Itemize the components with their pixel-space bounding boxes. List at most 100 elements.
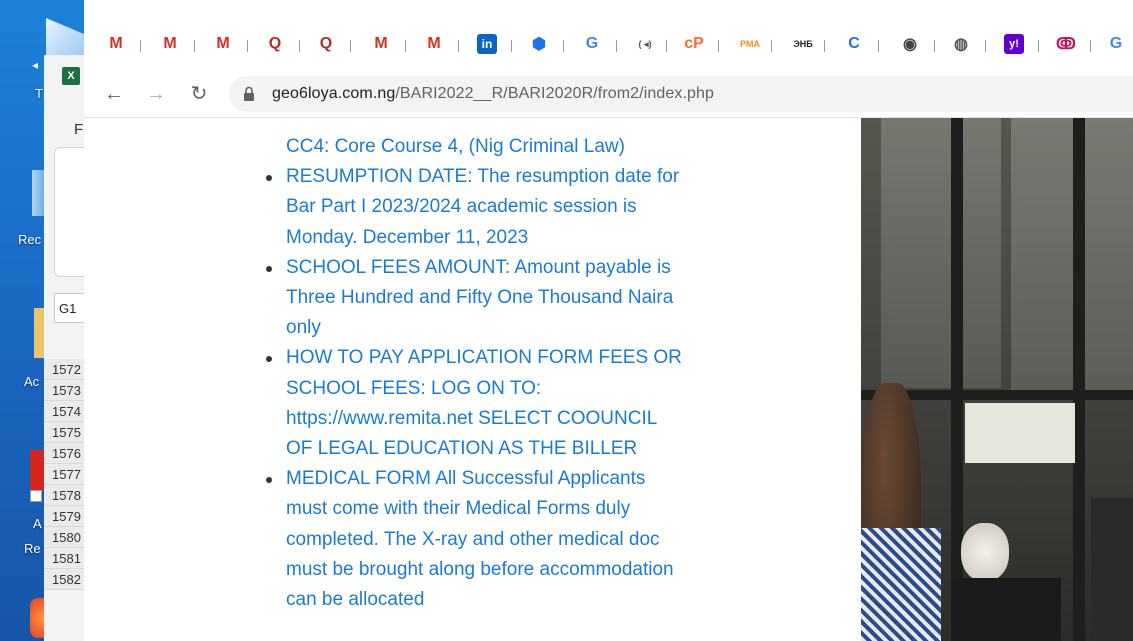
bookmark-separator [934,40,935,52]
gmail-icon[interactable]: M [160,34,180,54]
browser-toolbar: ← → ↻ geo6loya.com.ng/BARI2022__R/BARI20… [84,70,1133,118]
address-bar[interactable]: geo6loya.com.ng/BARI2022__R/BARI2020R/fr… [229,76,1133,112]
photo-person-clothing [861,528,941,641]
desktop-label: Rec [18,232,42,247]
notice-text: https://www.remita.net SELECT COOUNCIL [286,407,658,429]
notice-item-line[interactable]: https://www.remita.net SELECT COOUNCIL [266,404,726,434]
c-logo-icon[interactable]: C [844,34,864,54]
back-arrow-icon[interactable]: ← [102,82,126,106]
gmail-icon[interactable]: M [424,34,444,54]
photo-bright-pane [965,403,1075,463]
photo-person-body [1091,498,1133,641]
bank-icon[interactable]: ЭНБ [790,34,816,54]
campus-photo [861,118,1133,641]
bookmark-separator [824,40,825,52]
notice-text: CC4: Core Course 4, (Nig Criminal Law) [286,136,625,157]
shortcut-arrow-icon [30,490,42,502]
hexagon-icon[interactable]: ⬢ [529,34,549,54]
pma-icon[interactable]: PMA [737,34,763,54]
bookmark-separator [247,40,248,52]
desktop-label: Ac [24,374,40,389]
gmail-icon[interactable]: M [106,34,126,54]
bookmark-separator [616,40,617,52]
notice-text: SCHOOL FEES AMOUNT: Amount payable is [286,256,671,278]
globe-icon[interactable]: ◍ [951,34,971,54]
bookmark-separator [1090,40,1091,52]
circles-icon[interactable]: ↂ [1056,34,1076,54]
bookmarks-bar: M M M Q Q M Min ⬢ G ( ◂) cP PMA ЭНБ C ◉ ◍ y! ↂ G [84,18,1133,70]
notice-text: Three Hundred and Fifty One Thousand Nai… [286,287,674,309]
bookmark-separator [405,40,406,52]
bookmark-separator [458,40,459,52]
quora-icon[interactable]: Q [316,34,336,54]
desktop-label: A [33,516,42,531]
url-text[interactable]: geo6loya.com.ng/BARI2022__R/BARI2020R/fr… [272,85,714,103]
bookmark-separator [350,40,351,52]
notice-item-line[interactable]: only [266,313,726,343]
notice-text: must come with their Medical Forms duly [286,498,631,520]
lock-icon[interactable] [243,86,255,102]
notice-item-line[interactable]: completed. The X-ray and other medical d… [266,525,726,555]
bookmark-separator [1038,40,1039,52]
gmail-icon[interactable]: M [213,34,233,54]
notice-text: Monday. December 11, 2023 [286,226,529,248]
notice-list: CC4: Core Course 4, (Nig Criminal Law) RE… [266,132,726,615]
notice-item-line[interactable]: OF LEGAL EDUCATION AS THE BILLER [266,434,726,464]
notice-item-line[interactable]: Bar Part I 2023/2024 academic session is [266,192,726,222]
google-icon[interactable]: G [582,34,602,54]
forward-arrow-icon[interactable]: → [144,82,168,106]
app-shortcut-icon[interactable] [30,450,44,490]
bullet-icon [266,175,272,182]
notice-item-line[interactable]: Monday. December 11, 2023 [266,223,726,253]
bookmark-separator [194,40,195,52]
bookmark-separator [878,40,879,52]
shield-icon[interactable]: ◉ [900,34,920,54]
arrow-left-icon: ◂ [32,58,39,72]
notice-text: OF LEGAL EDUCATION AS THE BILLER [286,438,638,460]
notice-item[interactable]: RESUMPTION DATE: The resumption date for [266,162,726,192]
notice-item-line[interactable]: CC4: Core Course 4, (Nig Criminal Law) [266,132,726,162]
bookmark-separator [771,40,772,52]
notice-text: HOW TO PAY APPLICATION FORM FEES OR [286,347,682,369]
notice-text: must be brought along before accommodati… [286,558,674,580]
bullet-icon [266,477,272,484]
linkedin-icon[interactable]: in [477,34,497,54]
photo-window-pane [1011,118,1133,398]
bookmark-separator [140,40,141,52]
notice-text: only [286,317,321,339]
notice-text: RESUMPTION DATE: The resumption date for [286,166,680,188]
yahoo-icon[interactable]: y! [1004,34,1024,54]
recycle-bin-icon[interactable] [32,170,44,216]
cpanel-icon[interactable]: cP [684,34,704,54]
desktop-label: Re [24,541,41,556]
notice-text: can be allocated [286,589,425,611]
notice-item-line[interactable]: can be allocated [266,585,726,615]
bookmark-separator [299,40,300,52]
notice-text: Bar Part I 2023/2024 academic session is [286,196,637,218]
bookmark-separator [666,40,667,52]
gmail-icon[interactable]: M [371,34,391,54]
photo-window-frame [1073,118,1085,641]
quora-icon[interactable]: Q [265,34,285,54]
browser-window: M M M Q Q M Min ⬢ G ( ◂) cP PMA ЭНБ C ◉ ◍ y! ↂ G ← → ↻ geo… [84,0,1133,641]
folder-icon[interactable] [34,308,44,358]
notice-item[interactable]: SCHOOL FEES AMOUNT: Amount payable is [266,253,726,283]
notice-item-line[interactable]: must be brought along before accommodati… [266,555,726,585]
photo-person-head [961,523,1009,581]
notice-item[interactable]: MEDICAL FORM All Successful Applicants [266,464,726,494]
bookmark-separator [563,40,564,52]
bullet-icon [266,356,272,363]
notice-item-line[interactable]: Three Hundred and Fifty One Thousand Nai… [266,283,726,313]
reload-icon[interactable]: ↻ [187,82,211,106]
notice-item-line[interactable]: must come with their Medical Forms duly [266,494,726,524]
excel-icon: X [62,67,80,85]
notice-item[interactable]: HOW TO PAY APPLICATION FORM FEES OR [266,343,726,373]
audio-icon[interactable]: ( ◂) [632,34,658,54]
google-icon[interactable]: G [1106,34,1126,54]
notice-item-line[interactable]: SCHOOL FEES: LOG ON TO: [266,374,726,404]
url-path: /BARI2022__R/BARI2020R/from2/index.php [395,85,715,102]
photo-person-body [951,578,1061,641]
window-corner-icon [46,18,84,58]
url-host: geo6loya.com.ng [272,85,396,102]
bookmark-separator [985,40,986,52]
